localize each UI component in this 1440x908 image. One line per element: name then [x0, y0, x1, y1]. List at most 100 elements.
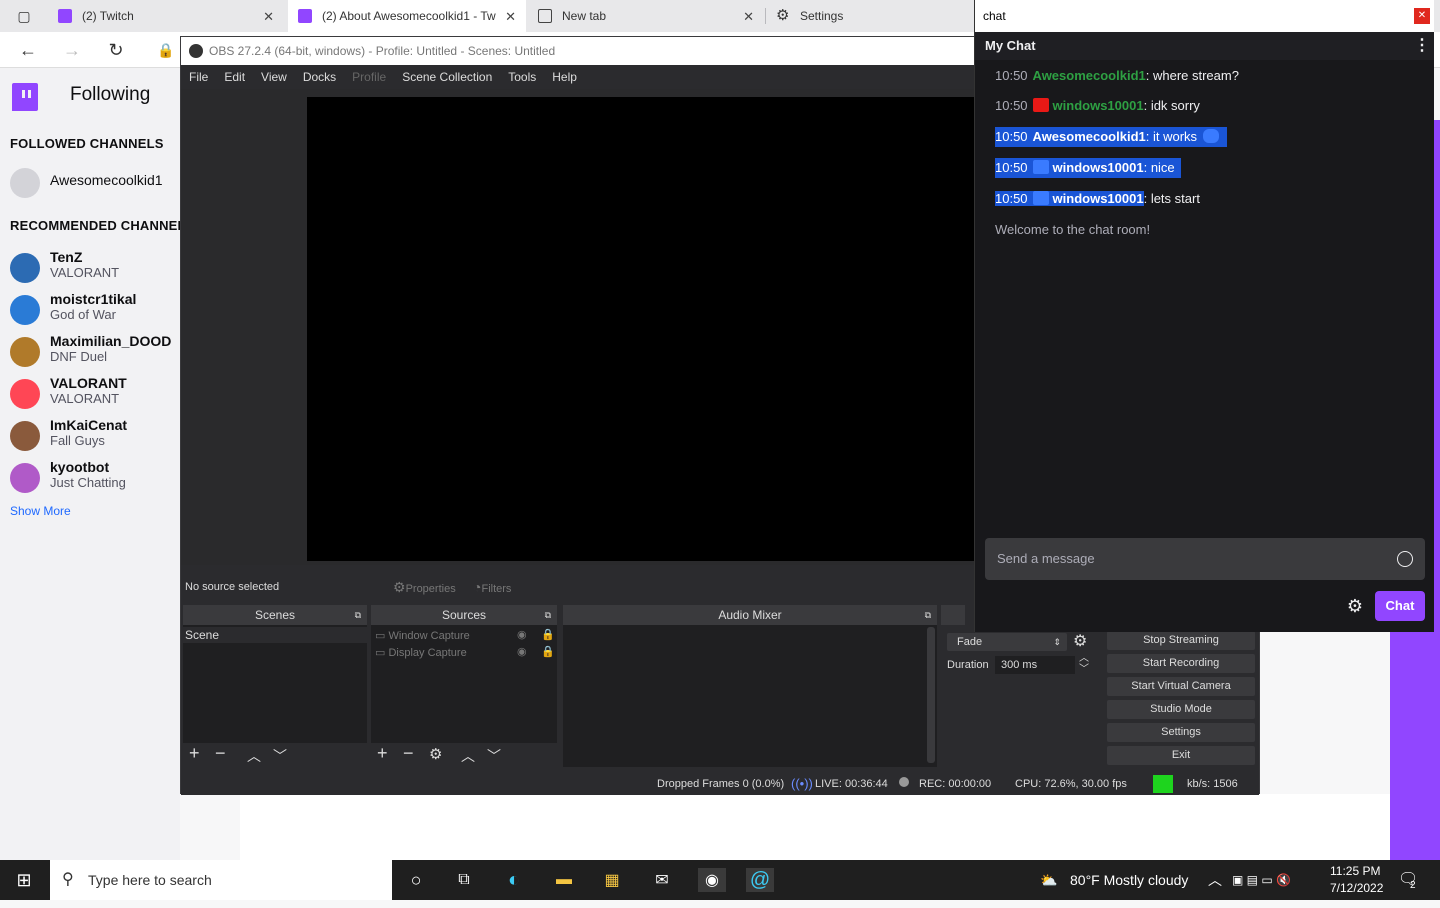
- recommended-channel-item[interactable]: ImKaiCenat Fall Guys: [10, 417, 180, 457]
- visibility-icon[interactable]: ◉: [517, 628, 527, 641]
- emote-picker-icon[interactable]: [1397, 551, 1413, 567]
- menu-help[interactable]: Help: [552, 70, 577, 84]
- window-icon: ▭: [375, 630, 389, 642]
- recommended-channel-item[interactable]: moistcr1tikal God of War: [10, 291, 180, 331]
- close-tab-icon[interactable]: ✕: [743, 9, 754, 25]
- back-icon[interactable]: ←: [16, 38, 40, 62]
- chevron-down-icon[interactable]: ﹀: [487, 746, 501, 766]
- menu-profile[interactable]: Profile: [352, 70, 386, 84]
- weather-icon: ⛅: [1040, 872, 1058, 888]
- recommended-channel-item[interactable]: Maximilian_DOOD DNF Duel: [10, 333, 180, 373]
- weather-label[interactable]: 80°F Mostly cloudy: [1070, 860, 1188, 900]
- chat-message[interactable]: 10:50 Awesomecoolkid1: where stream?: [995, 66, 1239, 86]
- studio-mode-button[interactable]: Studio Mode: [1107, 700, 1255, 719]
- filters-button[interactable]: ◔Filters: [473, 575, 533, 599]
- store-icon[interactable]: ▦: [600, 868, 624, 892]
- chat-input[interactable]: Send a message: [985, 538, 1425, 580]
- recommended-channel-item[interactable]: kyootbot Just Chatting: [10, 459, 180, 499]
- menu-tools[interactable]: Tools: [508, 70, 536, 84]
- chevron-up-icon[interactable]: ︿: [247, 746, 261, 766]
- menu-edit[interactable]: Edit: [224, 70, 245, 84]
- chat-message[interactable]: 10:50 windows10001: idk sorry: [995, 96, 1200, 116]
- duration-spinner-icon[interactable]: ︿ ﹀: [1079, 653, 1089, 675]
- forward-icon[interactable]: →: [60, 38, 84, 62]
- chat-message[interactable]: 10:50 Awesomecoolkid1: it works: [995, 127, 1228, 147]
- broadcaster-badge-icon: [1032, 191, 1049, 205]
- close-icon[interactable]: ✕: [1414, 8, 1430, 24]
- cortana-icon[interactable]: ○: [404, 868, 428, 892]
- visibility-icon[interactable]: ◉: [517, 645, 527, 658]
- tab-actions-icon[interactable]: ▢: [12, 4, 36, 28]
- bitrate: kb/s: 1506: [1187, 778, 1238, 790]
- stop-streaming-button[interactable]: Stop Streaming: [1107, 631, 1255, 650]
- preview-canvas[interactable]: [307, 97, 977, 561]
- clock-date: 7/12/2022: [1330, 881, 1384, 895]
- start-virtual-camera-button[interactable]: Start Virtual Camera: [1107, 677, 1255, 696]
- file-explorer-icon[interactable]: ▬: [552, 868, 576, 892]
- taskbar: ⊞ ⚲ Type here to search ○ ⧉ ◐ ▬ ▦ ✉ ◉ @ …: [0, 860, 1440, 900]
- mail-icon[interactable]: ✉: [650, 868, 674, 892]
- tab-twitch[interactable]: (2) Twitch ✕: [48, 0, 284, 32]
- cpu-usage: CPU: 72.6%, 30.00 fps: [1015, 778, 1127, 790]
- broadcaster-badge-icon: [1032, 160, 1049, 174]
- twitch-logo-icon[interactable]: [12, 83, 38, 111]
- settings-button[interactable]: Settings: [1107, 723, 1255, 742]
- scrollbar[interactable]: [927, 627, 935, 763]
- lock-icon[interactable]: 🔒: [541, 645, 555, 658]
- followed-channel-item[interactable]: Awesomecoolkid1: [10, 164, 180, 204]
- remove-icon[interactable]: −: [403, 743, 414, 764]
- source-item[interactable]: ▭ Window Capture: [375, 629, 470, 642]
- menu-scene-collection[interactable]: Scene Collection: [402, 70, 492, 84]
- avatar: [10, 463, 40, 493]
- chevron-up-icon[interactable]: ︿: [1208, 860, 1222, 900]
- gear-icon[interactable]: ⚙: [429, 745, 442, 763]
- menu-docks[interactable]: Docks: [303, 70, 336, 84]
- menu-file[interactable]: File: [189, 70, 208, 84]
- lock-icon[interactable]: 🔒: [541, 628, 555, 641]
- more-options-icon[interactable]: ⋮: [1414, 38, 1430, 54]
- tray-icons[interactable]: ▣ ▤ ▭ 🔇: [1232, 860, 1291, 900]
- properties-button[interactable]: ⚙Properties: [391, 575, 465, 599]
- duration-input[interactable]: 300 ms: [995, 656, 1075, 674]
- chevron-down-icon[interactable]: ﹀: [273, 746, 287, 766]
- undock-icon[interactable]: ⧉: [545, 605, 551, 625]
- show-more-link[interactable]: Show More: [10, 504, 71, 518]
- source-item[interactable]: ▭ Display Capture: [375, 646, 467, 659]
- edge-icon[interactable]: ◐: [502, 868, 526, 892]
- gear-icon[interactable]: ⚙: [1345, 596, 1365, 616]
- windows-start-icon[interactable]: ⊞: [12, 868, 36, 892]
- chat-message[interactable]: 10:50 windows10001: nice: [995, 158, 1181, 178]
- undock-icon[interactable]: ⧉: [355, 605, 361, 625]
- close-tab-icon[interactable]: ✕: [505, 9, 516, 25]
- close-tab-icon[interactable]: ✕: [263, 9, 274, 25]
- obs-status-bar: Dropped Frames 0 (0.0%) ((•)) LIVE: 00:3…: [181, 773, 1259, 795]
- browser-taskbar-icon[interactable]: @: [746, 868, 774, 892]
- obs-taskbar-icon[interactable]: ◉: [698, 868, 726, 892]
- avatar: [10, 379, 40, 409]
- chat-message[interactable]: 10:50 windows10001: lets start: [995, 189, 1200, 209]
- exit-button[interactable]: Exit: [1107, 746, 1255, 765]
- task-view-icon[interactable]: ⧉: [452, 868, 476, 892]
- undock-icon[interactable]: ⧉: [925, 605, 931, 625]
- following-link[interactable]: Following: [70, 84, 150, 106]
- tab-new[interactable]: New tab ✕: [528, 0, 764, 32]
- taskbar-search-input[interactable]: ⚲ Type here to search: [50, 860, 392, 900]
- start-recording-button[interactable]: Start Recording: [1107, 654, 1255, 673]
- duration-label: Duration: [947, 659, 989, 671]
- gear-icon[interactable]: ⚙: [1073, 631, 1087, 651]
- tab-about[interactable]: (2) About Awesomecoolkid1 - Tw ✕: [288, 0, 526, 32]
- transition-select[interactable]: Fade ⇕: [947, 633, 1067, 651]
- tab-settings[interactable]: ⚙ Settings: [766, 0, 974, 32]
- add-icon[interactable]: +: [189, 743, 200, 764]
- recommended-channel-item[interactable]: VALORANT VALORANT: [10, 375, 180, 415]
- add-icon[interactable]: +: [377, 743, 388, 764]
- reload-icon[interactable]: ↻: [104, 38, 128, 62]
- remove-icon[interactable]: −: [215, 743, 226, 764]
- rec-time: REC: 00:00:00: [919, 778, 992, 790]
- scene-item[interactable]: Scene: [183, 627, 367, 643]
- menu-view[interactable]: View: [261, 70, 287, 84]
- recommended-channel-item[interactable]: TenZ VALORANT: [10, 249, 180, 289]
- obs-logo-icon: [189, 44, 203, 58]
- chat-send-button[interactable]: Chat: [1375, 591, 1425, 621]
- chevron-up-icon[interactable]: ︿: [461, 746, 475, 766]
